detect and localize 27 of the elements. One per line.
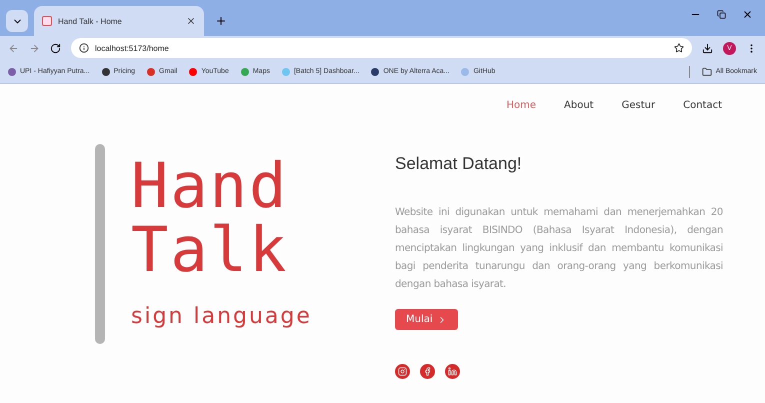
logo-title: Talk <box>131 218 290 282</box>
reload-icon[interactable] <box>50 42 61 54</box>
star-icon[interactable] <box>674 43 684 53</box>
info-icon[interactable] <box>79 43 89 53</box>
linkedin-icon[interactable] <box>445 364 460 379</box>
nav-link[interactable]: Gestur <box>622 100 656 134</box>
back-icon[interactable] <box>8 42 19 54</box>
intro-paragraph: Website ini digunakan untuk memahami dan menerjemahkan 20 bahasa isyarat BISINDO (Bahasa Isyarat Indonesia), dengan menciptakan lingkungan yang inklusif dan membantu komunikasi bagi penderita tunarungu dan orang-orang yang berkomunikasi dengan bahasa isyarat. <box>395 206 723 292</box>
logo-subtitle: sign language <box>131 304 312 329</box>
plus-icon <box>215 15 227 27</box>
download-icon[interactable] <box>702 42 713 54</box>
logo-title: Hand <box>131 154 290 218</box>
start-button[interactable]: Mulai <box>395 309 458 330</box>
close-icon[interactable] <box>186 16 196 26</box>
favicon-icon <box>42 16 52 26</box>
browser-tab[interactable]: Hand Talk - Home <box>34 6 204 36</box>
restore-icon[interactable] <box>717 10 726 18</box>
nav-link[interactable]: Home <box>506 100 536 134</box>
forward-icon[interactable] <box>29 42 40 54</box>
close-icon[interactable] <box>742 8 753 20</box>
facebook-icon[interactable] <box>420 364 435 379</box>
nav-link[interactable]: About <box>564 100 594 134</box>
welcome-heading: Selamat Datang! <box>395 154 523 174</box>
address-bar[interactable]: localhost:5173/home <box>71 38 692 58</box>
nav-link[interactable]: Contact <box>683 100 722 134</box>
folder-icon <box>702 66 712 76</box>
instagram-icon[interactable] <box>395 364 410 379</box>
